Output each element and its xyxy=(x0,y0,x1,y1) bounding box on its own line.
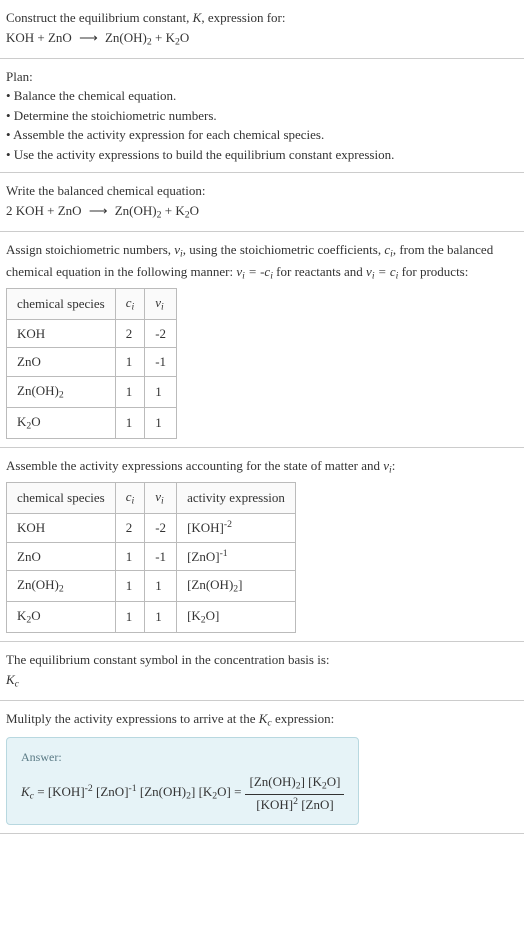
cell-activity: [K2O] xyxy=(177,602,296,633)
th-species: chemical species xyxy=(7,288,116,319)
cell-nui: -1 xyxy=(145,348,177,377)
plan-bullet-1: • Balance the chemical equation. xyxy=(6,86,518,106)
intro-section: Construct the equilibrium constant, K, e… xyxy=(0,0,524,59)
table-row: ZnO 1 -1 [ZnO]-1 xyxy=(7,542,296,571)
cell-ci: 1 xyxy=(115,376,145,407)
assign-rel2: νi = ci xyxy=(366,264,398,279)
fraction-numerator: [Zn(OH)2] [K2O] xyxy=(245,772,344,795)
assign-text-a: Assign stoichiometric numbers, xyxy=(6,242,174,257)
kc-fraction: [Zn(OH)2] [K2O] [KOH]2 [ZnO] xyxy=(245,772,344,815)
assign-rel1: νi = -ci xyxy=(236,264,273,279)
activity-nu: νi xyxy=(383,458,392,473)
cell-activity: [ZnO]-1 xyxy=(177,542,296,571)
cell-species: KOH xyxy=(7,319,116,348)
symbol-line: The equilibrium constant symbol in the c… xyxy=(6,650,518,670)
cell-nui: 1 xyxy=(145,602,177,633)
balanced-equation: 2 KOH + ZnO ⟶ Zn(OH)2 + K2O xyxy=(6,203,199,218)
cell-nui: -2 xyxy=(145,514,177,543)
plan-bullet-3: • Assemble the activity expression for e… xyxy=(6,125,518,145)
cell-ci: 1 xyxy=(115,571,145,602)
table-header-row: chemical species ci νi xyxy=(7,288,177,319)
cell-ci: 2 xyxy=(115,319,145,348)
assign-section: Assign stoichiometric numbers, νi, using… xyxy=(0,232,524,448)
cell-ci: 1 xyxy=(115,348,145,377)
plan-heading: Plan: xyxy=(6,67,518,87)
plan-bullet-2: • Determine the stoichiometric numbers. xyxy=(6,106,518,126)
assign-text-b: , using the stoichiometric coefficients, xyxy=(183,242,385,257)
cell-nui: -1 xyxy=(145,542,177,571)
kc-symbol: Kc xyxy=(6,670,518,692)
cell-ci: 1 xyxy=(115,602,145,633)
kc-lhs: Kc = [KOH]-2 [ZnO]-1 [Zn(OH)2] [K2O] = xyxy=(21,782,241,804)
th-nui: νi xyxy=(145,483,177,514)
activity-heading-a: Assemble the activity expressions accoun… xyxy=(6,458,383,473)
cell-species: K2O xyxy=(7,602,116,633)
balanced-section: Write the balanced chemical equation: 2 … xyxy=(0,173,524,232)
table-row: ZnO 1 -1 xyxy=(7,348,177,377)
table-row: K2O 1 1 xyxy=(7,407,177,438)
cell-ci: 1 xyxy=(115,542,145,571)
multiply-kc: Kc xyxy=(259,711,272,726)
balanced-heading: Write the balanced chemical equation: xyxy=(6,181,518,201)
cell-nui: 1 xyxy=(145,407,177,438)
arrow-icon: ⟶ xyxy=(79,28,98,48)
intro-equation: KOH + ZnO ⟶ Zn(OH)2 + K2O xyxy=(6,30,189,45)
cell-activity: [Zn(OH)2] xyxy=(177,571,296,602)
cell-nui: 1 xyxy=(145,376,177,407)
th-species: chemical species xyxy=(7,483,116,514)
plan-section: Plan: • Balance the chemical equation. •… xyxy=(0,59,524,174)
cell-species: ZnO xyxy=(7,542,116,571)
th-nui: νi xyxy=(145,288,177,319)
fraction-denominator: [KOH]2 [ZnO] xyxy=(252,795,337,815)
activity-section: Assemble the activity expressions accoun… xyxy=(0,448,524,642)
assign-text-e: for products: xyxy=(398,264,468,279)
th-ci: ci xyxy=(115,288,145,319)
assign-nu: νi xyxy=(174,242,183,257)
cell-species: Zn(OH)2 xyxy=(7,571,116,602)
table-header-row: chemical species ci νi activity expressi… xyxy=(7,483,296,514)
cell-ci: 1 xyxy=(115,407,145,438)
multiply-line-a: Mulitply the activity expressions to arr… xyxy=(6,711,259,726)
multiply-line-b: expression: xyxy=(272,711,334,726)
cell-species: K2O xyxy=(7,407,116,438)
plan-bullet-4: • Use the activity expressions to build … xyxy=(6,145,518,165)
cell-species: KOH xyxy=(7,514,116,543)
cell-species: Zn(OH)2 xyxy=(7,376,116,407)
intro-text-a: Construct the equilibrium constant, xyxy=(6,10,193,25)
symbol-section: The equilibrium constant symbol in the c… xyxy=(0,642,524,701)
answer-label: Answer: xyxy=(21,748,344,766)
assign-ci: ci xyxy=(384,242,393,257)
multiply-section: Mulitply the activity expressions to arr… xyxy=(0,701,524,835)
cell-nui: -2 xyxy=(145,319,177,348)
cell-nui: 1 xyxy=(145,571,177,602)
th-ci: ci xyxy=(115,483,145,514)
intro-text-b: , expression for: xyxy=(201,10,285,25)
cell-activity: [KOH]-2 xyxy=(177,514,296,543)
answer-box: Answer: Kc = [KOH]-2 [ZnO]-1 [Zn(OH)2] [… xyxy=(6,737,359,826)
kc-expression: Kc = [KOH]-2 [ZnO]-1 [Zn(OH)2] [K2O] = [… xyxy=(21,772,344,815)
table-row: Zn(OH)2 1 1 xyxy=(7,376,177,407)
arrow-icon: ⟶ xyxy=(89,201,108,221)
activity-heading-b: : xyxy=(392,458,396,473)
stoich-table: chemical species ci νi KOH 2 -2 ZnO 1 -1… xyxy=(6,288,177,439)
activity-table: chemical species ci νi activity expressi… xyxy=(6,482,296,633)
table-row: KOH 2 -2 [KOH]-2 xyxy=(7,514,296,543)
th-activity: activity expression xyxy=(177,483,296,514)
assign-text-d: for reactants and xyxy=(273,264,366,279)
table-row: Zn(OH)2 1 1 [Zn(OH)2] xyxy=(7,571,296,602)
cell-species: ZnO xyxy=(7,348,116,377)
table-row: KOH 2 -2 xyxy=(7,319,177,348)
table-row: K2O 1 1 [K2O] xyxy=(7,602,296,633)
cell-ci: 2 xyxy=(115,514,145,543)
